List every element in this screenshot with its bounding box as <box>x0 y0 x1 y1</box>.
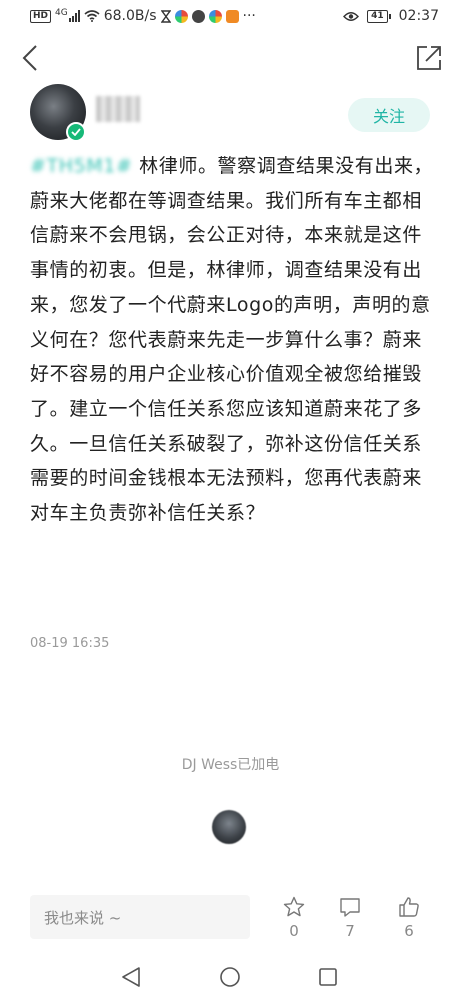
network-type: 4G <box>55 8 68 18</box>
follow-button[interactable]: 关注 <box>348 98 430 132</box>
share-button[interactable] <box>413 40 445 76</box>
system-nav-bar <box>0 952 461 1000</box>
status-bar: HD 4G 68.0B/s ··· 41 02:37 <box>0 0 461 32</box>
triangle-back-icon <box>122 967 140 987</box>
hd-badge: HD <box>30 9 52 23</box>
battery-level: 41 <box>367 9 388 23</box>
charge-notice: DJ Wess已加电 <box>181 757 280 773</box>
wifi-icon <box>84 10 100 22</box>
system-home-button[interactable] <box>217 964 243 990</box>
square-recents-icon <box>319 968 337 986</box>
comment-count: 7 <box>345 922 355 940</box>
more-notifications-icon: ··· <box>242 8 256 24</box>
app-notification-icon <box>174 9 188 23</box>
bottom-action-bar: 我也来说 ~ 0 7 6 <box>0 892 461 948</box>
chevron-left-icon <box>22 45 37 71</box>
clock: 02:37 <box>398 8 439 24</box>
comment-button[interactable]: 7 <box>330 896 370 940</box>
chat-notification-icon <box>191 9 205 23</box>
system-back-button[interactable] <box>118 964 144 990</box>
star-icon <box>283 896 305 917</box>
network-speed: 68.0B/s <box>103 8 157 24</box>
star-count: 0 <box>289 922 299 940</box>
author-row: 关注 <box>0 84 461 144</box>
post-timestamp: 08-19 16:35 <box>30 636 110 651</box>
app-notification-icon <box>208 9 222 23</box>
comment-input[interactable]: 我也来说 ~ <box>30 895 250 939</box>
author-name-blurred[interactable] <box>96 96 140 122</box>
video-notification-icon <box>225 9 239 23</box>
circle-home-icon <box>220 967 240 987</box>
verified-badge <box>66 122 86 142</box>
comment-icon <box>340 898 360 917</box>
post-text: 林律师。警察调查结果没有出来，蔚来大佬都在等调查结果。我们所有车主都相信蔚来不会… <box>30 155 434 525</box>
top-nav-bar <box>0 36 461 80</box>
status-left: HD 4G 68.0B/s ··· <box>30 8 256 24</box>
status-right: 41 02:37 <box>343 8 439 24</box>
eye-icon <box>343 11 360 21</box>
thumbs-up-icon <box>399 897 419 917</box>
like-count: 6 <box>404 922 414 940</box>
post-hashtag[interactable]: #TH5M1# <box>30 155 133 177</box>
signal-icon <box>68 10 80 22</box>
charger-avatar[interactable] <box>212 810 246 844</box>
back-button[interactable] <box>14 40 46 76</box>
like-button[interactable]: 6 <box>389 896 429 940</box>
hourglass-icon <box>160 9 171 23</box>
system-recents-button[interactable] <box>315 964 341 990</box>
verified-check-icon <box>71 128 81 136</box>
star-button[interactable]: 0 <box>274 896 314 940</box>
battery-icon: 41 <box>367 9 391 23</box>
share-icon <box>417 46 441 70</box>
post-body: #TH5M1# 林律师。警察调查结果没有出来，蔚来大佬都在等调查结果。我们所有车… <box>30 149 440 531</box>
